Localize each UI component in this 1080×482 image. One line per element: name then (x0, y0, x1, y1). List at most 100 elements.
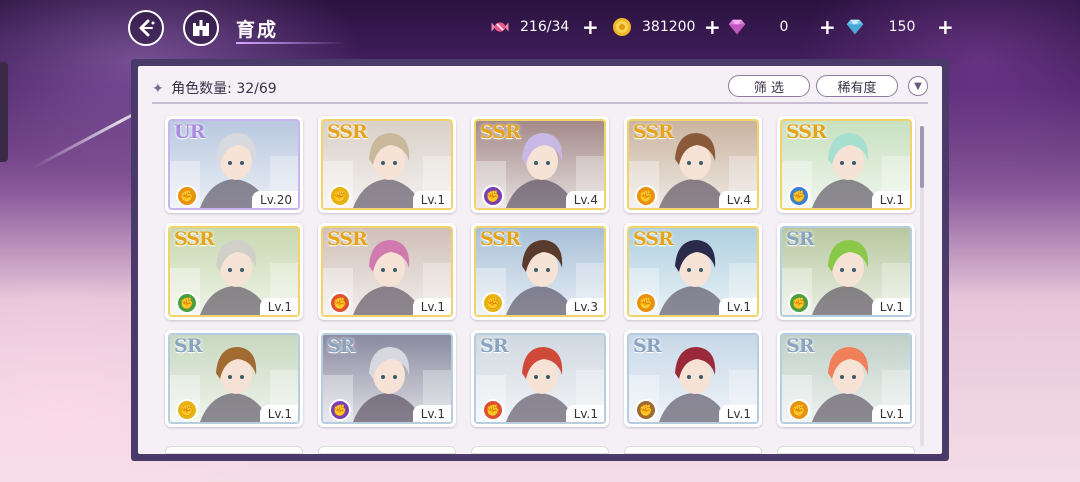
sort-order-button[interactable]: ▼ (908, 76, 928, 96)
card-frame: SSR ✊ Lv.1 (321, 226, 453, 317)
add-pink-gem-button[interactable]: + (819, 17, 836, 37)
role-icon: ✊ (788, 185, 810, 207)
next-row-preview (165, 446, 919, 454)
rarity-badge: UR (174, 121, 205, 143)
character-card[interactable]: SSR ✊ Lv.1 (318, 223, 456, 320)
character-card[interactable]: SR ✊ Lv.1 (624, 330, 762, 427)
character-card[interactable]: SR ✊ Lv.1 (777, 223, 915, 320)
resource-candy: 216/34 + (490, 15, 599, 39)
gold-value: 381200 (642, 19, 696, 35)
home-button[interactable] (183, 10, 219, 46)
card-frame: SSR ✊ Lv.1 (168, 226, 300, 317)
character-panel-inner: ✦ 角色数量: 32/69 筛 选 稀有度 ▼ UR ✊ Lv.20 SSR ✊ Lv.1… (138, 66, 942, 454)
card-frame: SR ✊ Lv.1 (627, 333, 759, 424)
character-card[interactable]: SSR ✊ Lv.4 (624, 116, 762, 213)
role-icon: ✊ (176, 185, 198, 207)
level-label: Lv.1 (259, 405, 298, 422)
pink-gem-value: 0 (779, 19, 789, 35)
rarity-badge: SSR (174, 228, 215, 250)
card-frame: SSR ✊ Lv.4 (474, 119, 606, 210)
character-card[interactable]: SR ✊ Lv.1 (318, 330, 456, 427)
level-label: Lv.1 (718, 298, 757, 315)
level-label: Lv.1 (871, 405, 910, 422)
card-frame: SR ✊ Lv.1 (321, 333, 453, 424)
add-blue-gem-button[interactable]: + (937, 17, 954, 37)
castle-icon (193, 20, 209, 36)
rarity-badge: SR (174, 335, 202, 357)
card-partial[interactable] (165, 446, 303, 454)
level-label: Lv.1 (412, 405, 451, 422)
rarity-badge: SSR (633, 228, 674, 250)
character-card[interactable]: SSR ✊ Lv.1 (318, 116, 456, 213)
blue-gem-value: 150 (888, 19, 916, 35)
candy-icon (490, 17, 510, 37)
card-frame: SR ✊ Lv.1 (168, 333, 300, 424)
level-label: Lv.4 (565, 191, 604, 208)
back-button[interactable] (128, 10, 164, 46)
character-card[interactable]: SR ✊ Lv.1 (165, 330, 303, 427)
card-frame: SSR ✊ Lv.1 (780, 119, 912, 210)
card-partial[interactable] (318, 446, 456, 454)
filter-button[interactable]: 筛 选 (728, 75, 810, 97)
character-card[interactable]: UR ✊ Lv.20 (165, 116, 303, 213)
role-icon: ✊ (329, 292, 351, 314)
role-icon: ✊ (635, 399, 657, 421)
character-card[interactable]: SR ✊ Lv.1 (777, 330, 915, 427)
card-partial[interactable] (471, 446, 609, 454)
character-card[interactable]: SSR ✊ Lv.4 (471, 116, 609, 213)
character-card[interactable]: SSR ✊ Lv.1 (165, 223, 303, 320)
chevron-down-icon: ▼ (914, 80, 922, 92)
level-label: Lv.1 (871, 191, 910, 208)
rarity-badge: SR (480, 335, 508, 357)
gold-coin-icon (612, 17, 632, 37)
side-edge-tab[interactable] (0, 62, 8, 162)
sparkle-icon: ✦ (152, 81, 164, 97)
character-count-value: 32/69 (236, 81, 277, 97)
level-label: Lv.1 (259, 298, 298, 315)
character-card[interactable]: SR ✊ Lv.1 (471, 330, 609, 427)
resource-blue-gem: 150 + (845, 15, 954, 39)
card-frame: SSR ✊ Lv.1 (321, 119, 453, 210)
character-card[interactable]: SSR ✊ Lv.1 (777, 116, 915, 213)
role-icon: ✊ (788, 292, 810, 314)
blue-gem-icon (845, 17, 865, 37)
card-frame: UR ✊ Lv.20 (168, 119, 300, 210)
rarity-sort-button[interactable]: 稀有度 (816, 75, 898, 97)
rarity-badge: SR (786, 228, 814, 250)
rarity-badge: SR (327, 335, 355, 357)
level-label: Lv.3 (565, 298, 604, 315)
role-icon: ✊ (329, 185, 351, 207)
card-partial[interactable] (624, 446, 762, 454)
resource-gold: 381200 + (612, 15, 721, 39)
rarity-badge: SSR (327, 121, 368, 143)
role-icon: ✊ (176, 292, 198, 314)
card-frame: SSR ✊ Lv.4 (627, 119, 759, 210)
card-frame: SR ✊ Lv.1 (780, 333, 912, 424)
level-label: Lv.4 (718, 191, 757, 208)
level-label: Lv.20 (252, 191, 298, 208)
scrollbar-thumb[interactable] (920, 126, 924, 188)
character-card[interactable]: SSR ✊ Lv.3 (471, 223, 609, 320)
character-count-label: 角色数量: (171, 81, 232, 97)
card-partial[interactable] (777, 446, 915, 454)
card-frame: SSR ✊ Lv.1 (627, 226, 759, 317)
add-gold-button[interactable]: + (704, 17, 721, 37)
header-divider (152, 102, 928, 104)
rarity-badge: SSR (633, 121, 674, 143)
level-label: Lv.1 (412, 191, 451, 208)
level-label: Lv.1 (565, 405, 604, 422)
grid-scrollbar[interactable] (920, 126, 924, 446)
rarity-badge: SSR (480, 228, 521, 250)
card-frame: SR ✊ Lv.1 (780, 226, 912, 317)
level-label: Lv.1 (412, 298, 451, 315)
role-icon: ✊ (482, 399, 504, 421)
add-candy-button[interactable]: + (582, 17, 599, 37)
rarity-badge: SR (633, 335, 661, 357)
top-bar: 育成 216/34 + 381200 + 0 + 150 + (0, 0, 1080, 54)
rarity-badge: SR (786, 335, 814, 357)
character-card[interactable]: SSR ✊ Lv.1 (624, 223, 762, 320)
role-icon: ✊ (329, 399, 351, 421)
character-panel: ✦ 角色数量: 32/69 筛 选 稀有度 ▼ UR ✊ Lv.20 SSR ✊ Lv.1… (131, 59, 949, 461)
rarity-badge: SSR (786, 121, 827, 143)
role-icon: ✊ (635, 292, 657, 314)
